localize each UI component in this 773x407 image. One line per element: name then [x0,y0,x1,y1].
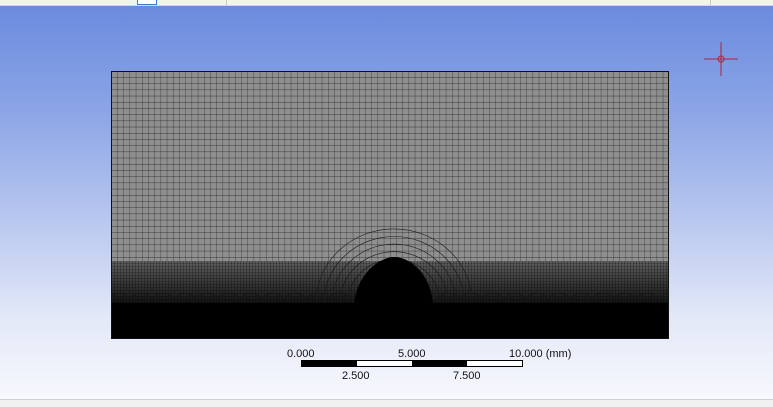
mesh-display[interactable] [107,71,669,339]
scale-segment [302,361,357,366]
toolbar-divider [710,0,711,5]
scale-label-10: 10.000 (mm) [509,348,572,360]
scale-label-5: 5.000 [398,348,426,360]
toolbar-selected-tab[interactable] [137,0,157,5]
crosshair-triad-icon [704,42,738,76]
scale-label-2-5: 2.500 [342,370,370,382]
scale-segment [467,361,522,366]
scale-bar: 0.000 5.000 10.000 (mm) 2.500 7.500 [270,344,590,394]
scale-segment [412,361,467,366]
toolbar-divider [226,0,227,5]
scale-label-0: 0.000 [287,348,315,360]
mesh-svg [107,71,669,339]
scale-label-7-5: 7.500 [453,370,481,382]
scale-segment [357,361,412,366]
scale-bar-graphic [301,360,523,367]
bottom-status-strip [0,399,773,407]
dense-boundary-layer [111,303,669,339]
